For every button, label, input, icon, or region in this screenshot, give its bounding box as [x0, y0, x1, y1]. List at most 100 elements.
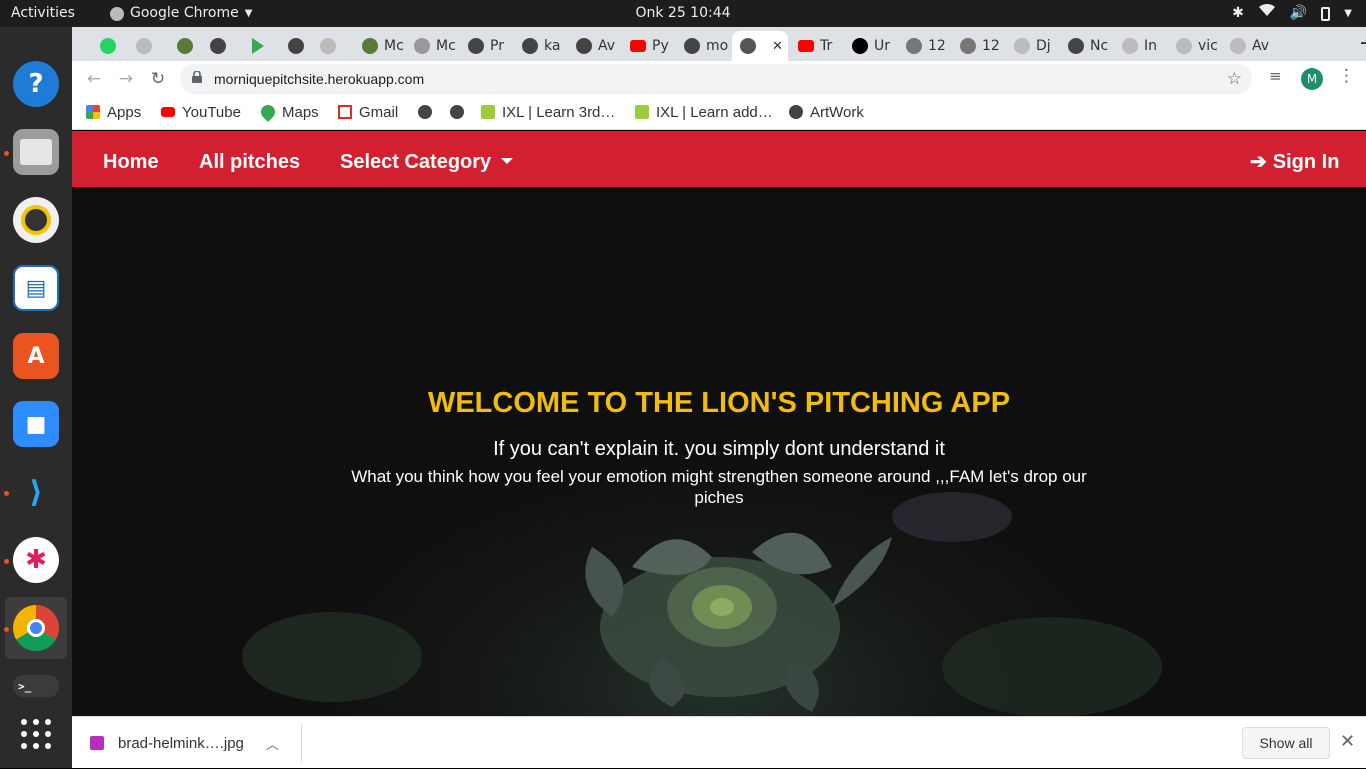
globe-icon [320, 38, 336, 54]
tab[interactable]: Ur [844, 31, 898, 61]
github-icon [210, 38, 226, 54]
profile-avatar[interactable]: M [1301, 68, 1323, 90]
zoom-icon[interactable]: ■ [13, 401, 59, 447]
tab-label: vic [1198, 38, 1218, 54]
sign-in-icon: ➔ [1250, 151, 1267, 173]
hero-subtitle: What you think how you feel your emotion… [351, 467, 1087, 507]
hero-quote: If you can't explain it. you simply dont… [493, 438, 945, 460]
globe-icon [1176, 38, 1192, 54]
tab[interactable]: Dj [1006, 31, 1060, 61]
files-icon[interactable] [13, 129, 59, 175]
menu-kebab-icon[interactable]: ⋮ [1338, 66, 1355, 86]
github-icon [288, 38, 304, 54]
globe-icon [1014, 38, 1030, 54]
gmail-icon [338, 105, 352, 119]
web-page: Home All pitches Select Category ➔ Sign I… [72, 131, 1366, 716]
tab[interactable]: ka [514, 31, 568, 61]
writer-icon[interactable]: ▤ [13, 265, 59, 311]
bookmark-item[interactable] [418, 97, 439, 127]
bookmark-label: IXL | Learn 3rd… [502, 103, 616, 121]
tab-label: In [1144, 38, 1158, 54]
browser-toolbar: ← → ↻ morniquepitchsite.herokuapp.com ☆ … [72, 61, 1366, 97]
back-button[interactable]: ← [82, 67, 106, 91]
tab[interactable]: Mc [406, 31, 460, 61]
wifi-icon[interactable] [1258, 0, 1276, 27]
battery-icon[interactable] [1321, 6, 1331, 21]
system-tray[interactable]: ✱ 🔊 ▼ [1232, 0, 1352, 27]
chevron-down-icon[interactable]: ▼ [1344, 0, 1352, 27]
tab[interactable]: vic [1168, 31, 1222, 61]
tab[interactable]: Nc [1060, 31, 1114, 61]
bookmark-item[interactable]: Maps [258, 97, 319, 127]
bookmark-item[interactable]: IXL | Learn add… [635, 97, 773, 127]
show-all-button[interactable]: Show all [1242, 727, 1330, 759]
forward-button[interactable]: → [114, 67, 138, 91]
nav-home-link[interactable]: Home [103, 131, 159, 187]
software-center-icon[interactable]: A [13, 333, 59, 379]
tab[interactable]: Av [568, 31, 622, 61]
tab-label: 12 [982, 38, 1000, 54]
tab-active[interactable]: ✕ [732, 31, 788, 61]
bookmark-item[interactable]: Apps [86, 97, 141, 127]
select-category-label: Select Category [340, 151, 492, 173]
tab-label: Av [1252, 38, 1270, 54]
rhythmbox-icon[interactable] [13, 197, 59, 243]
bookmark-item[interactable]: ArtWork [789, 97, 864, 127]
tab[interactable]: Pr [460, 31, 514, 61]
ixl-icon [635, 105, 649, 119]
tab[interactable]: 12 [898, 31, 952, 61]
globe-icon [906, 38, 922, 54]
nav-select-category-dropdown[interactable]: Select Category [340, 131, 514, 187]
bookmark-star-icon[interactable]: ☆ [1227, 64, 1242, 94]
app-menu-label: Google Chrome [130, 5, 239, 21]
nav-sign-in-link[interactable]: ➔ Sign In [1250, 131, 1339, 187]
terminal-icon[interactable]: >_ [13, 675, 59, 697]
download-filename: brad-helmink….jpg [118, 734, 244, 752]
activities-button[interactable]: Activities [11, 0, 75, 27]
show-apps-icon[interactable] [13, 711, 59, 757]
tab[interactable]: Mc [354, 31, 408, 61]
globe-icon [1122, 38, 1138, 54]
chrome-icon[interactable] [13, 605, 59, 651]
tab[interactable]: Tr [790, 31, 844, 61]
download-shelf: brad-helmink….jpg ︿ Show all ✕ [72, 716, 1366, 768]
tab-label: 12 [928, 38, 946, 54]
close-icon[interactable]: ✕ [1340, 731, 1355, 752]
globe-icon [418, 105, 432, 119]
tab[interactable]: In [1114, 31, 1168, 61]
address-bar[interactable]: morniquepitchsite.herokuapp.com ☆ [180, 64, 1252, 94]
clock-label[interactable]: Onk 25 10:44 [635, 5, 730, 21]
tab[interactable]: Py [622, 31, 676, 61]
reload-button[interactable]: ↻ [146, 67, 170, 91]
bookmark-item[interactable]: IXL | Learn 3rd… [481, 97, 615, 127]
bookmark-item[interactable]: YouTube [161, 97, 241, 127]
help-icon[interactable]: ? [13, 61, 59, 107]
github-icon [522, 38, 538, 54]
bookmark-item[interactable]: Gmail [338, 97, 398, 127]
palm-icon [362, 38, 378, 54]
tab[interactable]: mo [676, 31, 730, 61]
app-menu[interactable]: Google Chrome ▼ [110, 0, 252, 27]
vscode-icon[interactable]: ⟩ [13, 469, 59, 515]
new-tab-button[interactable]: + [1356, 32, 1366, 56]
tab-label: Mc [436, 38, 456, 54]
bookmark-item[interactable] [450, 97, 471, 127]
site-navbar: Home All pitches Select Category ➔ Sign I… [72, 131, 1366, 187]
tab[interactable]: 12 [952, 31, 1006, 61]
caret-down-icon [501, 158, 514, 164]
tab-close-icon[interactable]: ✕ [772, 39, 783, 54]
nav-all-pitches-link[interactable]: All pitches [199, 131, 300, 187]
media-queue-icon[interactable]: ≡ [1269, 67, 1282, 85]
download-item[interactable]: brad-helmink….jpg ︿ [90, 717, 279, 769]
maps-pin-icon [258, 102, 278, 122]
slack-tray-icon[interactable]: ✱ [1232, 0, 1244, 27]
youtube-icon [798, 40, 814, 52]
running-indicator [4, 627, 9, 632]
tab[interactable]: Av [1222, 31, 1276, 61]
image-file-icon [90, 736, 104, 750]
volume-icon[interactable]: 🔊 [1290, 0, 1307, 27]
slack-icon[interactable]: ✱ [13, 537, 59, 583]
url-text[interactable]: morniquepitchsite.herokuapp.com [214, 64, 424, 94]
whatsapp-icon [100, 38, 116, 54]
chevron-up-icon[interactable]: ︿ [266, 734, 279, 753]
